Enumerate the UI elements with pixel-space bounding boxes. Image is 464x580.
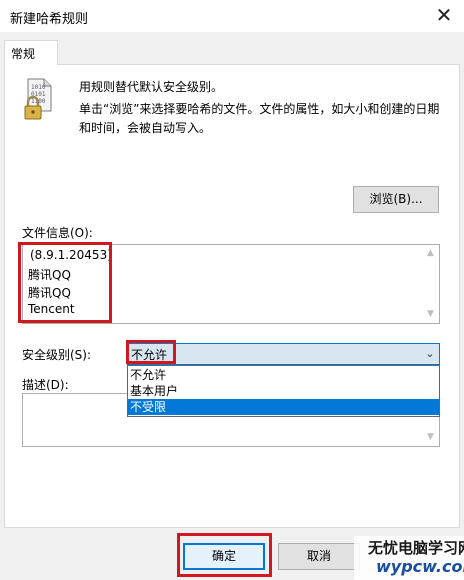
chevron-down-icon[interactable]: ⌄	[423, 344, 437, 364]
tab-general-label: 常规	[11, 47, 36, 61]
annotation-highlight-security-value	[126, 340, 176, 364]
dropdown-option-unrestricted[interactable]: 不受限	[128, 399, 439, 415]
dropdown-option-basic-user[interactable]: 基本用户	[128, 383, 439, 399]
svg-text:1010: 1010	[31, 84, 46, 91]
watermark-url: wypcw.com	[376, 557, 464, 576]
cancel-button[interactable]: 取消	[278, 543, 360, 570]
annotation-highlight-file-info	[18, 242, 112, 323]
close-icon[interactable]: ✕	[426, 2, 462, 30]
intro-text-line-1: 用规则替代默认安全级别。	[79, 80, 224, 94]
security-level-dropdown-list: 不允许 基本用户 不受限	[127, 365, 440, 417]
scroll-up-icon[interactable]: ▲	[425, 248, 436, 259]
description-label: 描述(D):	[22, 378, 69, 392]
dropdown-option-disallowed[interactable]: 不允许	[128, 367, 439, 383]
security-level-label: 安全级别(S):	[22, 348, 92, 362]
watermark-site-name: 无忧电脑学习网	[368, 539, 464, 557]
intro-text-line-3: 和时间，会被自动写入。	[79, 121, 212, 135]
binary-file-lock-icon: 1010 0101 1100	[24, 78, 52, 120]
scroll-down-icon[interactable]: ▼	[425, 309, 436, 320]
window-title: 新建哈希规则	[10, 12, 89, 27]
scroll-down-icon[interactable]: ▼	[425, 432, 436, 443]
tab-general[interactable]: 常规	[4, 40, 58, 65]
intro-text-line-2: 单击“浏览”来选择要哈希的文件。文件的属性，如大小和创建的日期	[79, 102, 440, 116]
annotation-highlight-ok-button	[177, 533, 272, 577]
file-info-scrollbar[interactable]: ▲ ▼	[422, 245, 439, 323]
file-info-label: 文件信息(O):	[22, 226, 93, 240]
browse-button[interactable]: 浏览(B)...	[353, 186, 439, 213]
